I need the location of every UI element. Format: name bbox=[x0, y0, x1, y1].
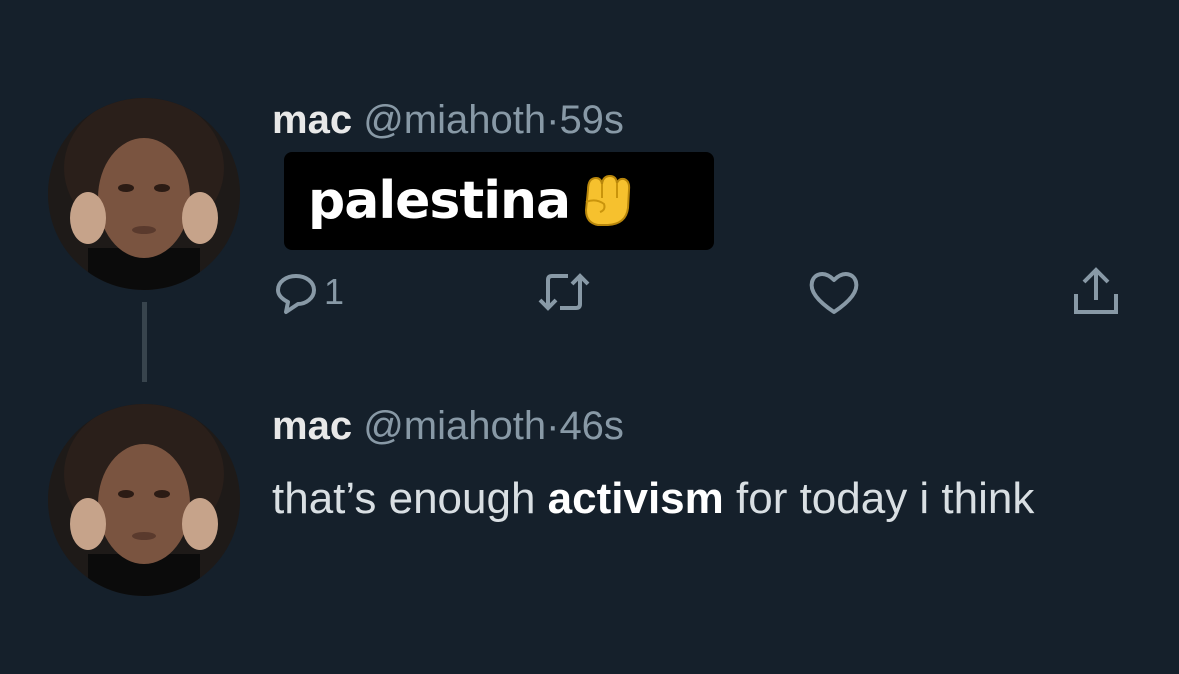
like-button[interactable] bbox=[806, 264, 862, 320]
avatar[interactable] bbox=[48, 98, 240, 290]
timestamp[interactable]: 59s bbox=[559, 98, 624, 142]
raised-fist-icon bbox=[574, 168, 636, 235]
reply-count: 1 bbox=[324, 271, 345, 312]
display-name[interactable]: mac bbox=[272, 98, 352, 142]
share-button[interactable] bbox=[1068, 264, 1124, 320]
tweet-text-before: that’s enough bbox=[272, 474, 536, 523]
reply-icon bbox=[276, 274, 316, 314]
retweet-button[interactable] bbox=[534, 264, 594, 320]
user-handle[interactable]: @miahoth bbox=[363, 404, 546, 448]
heart-icon bbox=[809, 272, 859, 314]
separator-dot: · bbox=[546, 98, 560, 142]
user-handle[interactable]: @miahoth bbox=[363, 98, 546, 142]
separator-dot: · bbox=[546, 404, 560, 448]
tweet-text-after: for today i think bbox=[736, 474, 1035, 523]
tweet-header: mac @miahoth·59s bbox=[272, 96, 624, 144]
tweet-actions: 1 bbox=[272, 264, 1132, 320]
avatar-image bbox=[48, 404, 240, 596]
share-icon bbox=[1074, 267, 1118, 314]
tweet-text: palestina bbox=[308, 171, 571, 231]
retweet-icon bbox=[538, 273, 590, 311]
tweet-1[interactable]: mac @miahoth·59s palestina 1 bbox=[0, 0, 1179, 380]
tweet-text-bold: activism bbox=[547, 474, 724, 523]
tweet-text: that’s enough activism for today i think bbox=[272, 470, 1152, 528]
reply-button[interactable]: 1 bbox=[272, 264, 344, 320]
timestamp[interactable]: 46s bbox=[559, 404, 624, 448]
avatar[interactable] bbox=[48, 404, 240, 596]
thread-connector-line bbox=[142, 302, 147, 382]
avatar-image bbox=[48, 98, 240, 290]
display-name[interactable]: mac bbox=[272, 404, 352, 448]
tweet-header: mac @miahoth·46s bbox=[272, 402, 624, 450]
tweet-body: palestina bbox=[284, 152, 714, 250]
